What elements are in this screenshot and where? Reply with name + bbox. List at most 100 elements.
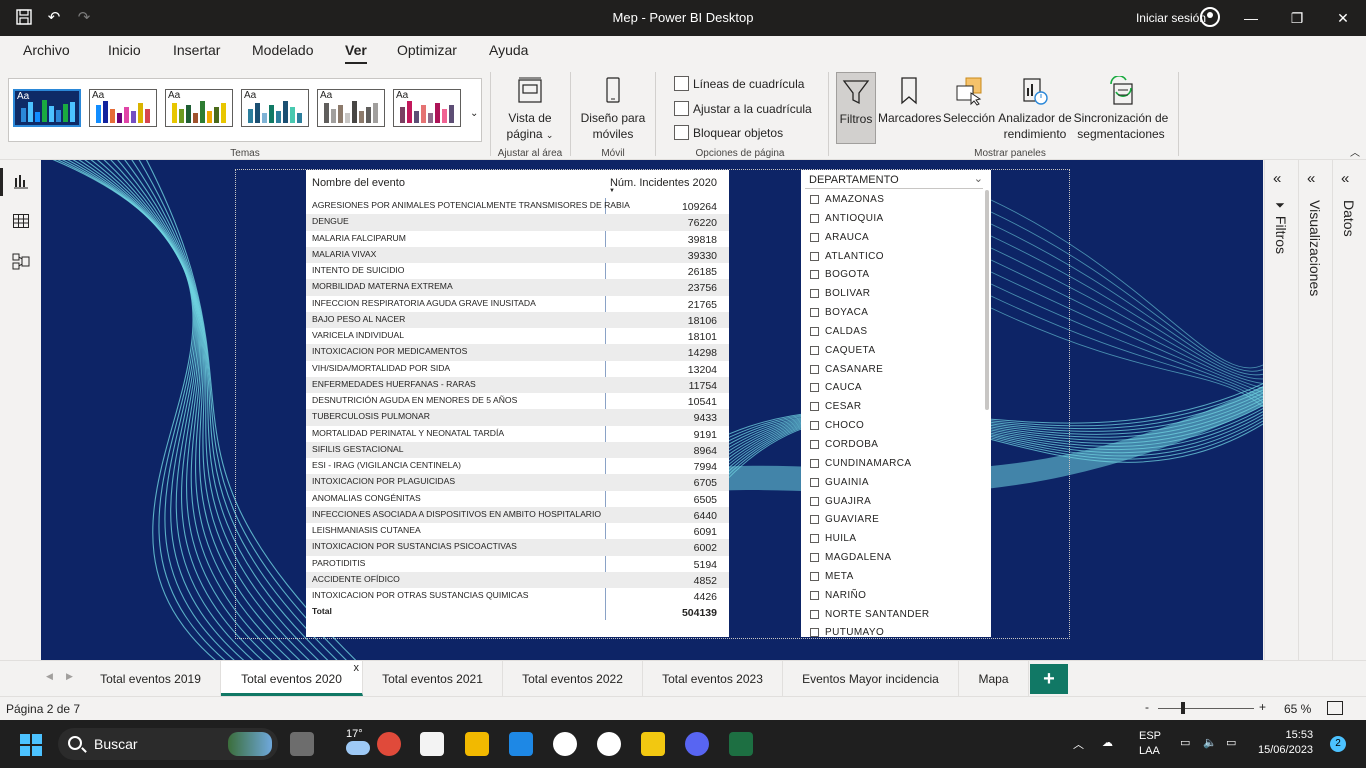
report-view-icon[interactable] — [12, 172, 30, 190]
task-view-icon[interactable] — [290, 732, 314, 756]
table-row[interactable]: LEISHMANIASIS CUTANEA 6091 — [306, 523, 729, 539]
slicer-item[interactable]: BOYACA — [809, 305, 979, 324]
expand-chevron-icon[interactable]: « — [1273, 170, 1281, 187]
slicer-item[interactable]: MAGDALENA — [809, 550, 979, 569]
power-bi-icon[interactable] — [641, 732, 665, 756]
column-header-incidents[interactable]: Núm. Incidentes 2020 — [610, 177, 717, 189]
theme-swatch-2[interactable]: Aa — [89, 89, 157, 127]
avatar-icon[interactable] — [1200, 7, 1220, 27]
slicer-item[interactable]: ATLANTICO — [809, 249, 979, 268]
slicer-item[interactable]: CASANARE — [809, 362, 979, 381]
slicer-item[interactable]: BOGOTA — [809, 267, 979, 286]
model-view-icon[interactable] — [12, 252, 30, 270]
tab-archivo[interactable]: Archivo — [23, 42, 70, 58]
slicer-item[interactable]: ANTIOQUIA — [809, 211, 979, 230]
table-row[interactable]: INTOXICACION POR SUSTANCIAS PSICOACTIVAS… — [306, 539, 729, 556]
page-tab[interactable]: Total eventos 2022 — [503, 661, 643, 696]
windows-start-icon[interactable] — [20, 734, 42, 756]
table-row[interactable]: MORBILIDAD MATERNA EXTREMA 23756 — [306, 279, 729, 296]
table-row[interactable]: VIH/SIDA/MORTALIDAD POR SIDA 13204 — [306, 361, 729, 377]
chevron-down-icon[interactable]: ⌄ — [974, 172, 983, 185]
zoom-out-button[interactable]: - — [1145, 700, 1149, 714]
theme-swatch-1[interactable]: Aa — [13, 89, 81, 127]
zoom-slider-thumb[interactable] — [1181, 702, 1186, 714]
filters-pane[interactable]: « ⏷ Filtros — [1264, 160, 1298, 660]
sync-slicers-button[interactable]: Sincronización de segmentaciones — [1072, 75, 1170, 142]
tab-ayuda[interactable]: Ayuda — [489, 42, 528, 58]
tray-chevron-icon[interactable]: ︿ — [1073, 736, 1084, 752]
scroll-right-icon[interactable]: ▶ — [66, 671, 73, 682]
table-row[interactable]: BAJO PESO AL NACER 18106 — [306, 311, 729, 328]
selection-pane-button[interactable]: Selección — [942, 76, 996, 126]
slicer-item[interactable]: BOLIVAR — [809, 286, 979, 305]
restore-button[interactable]: ❐ — [1274, 0, 1320, 36]
minimize-button[interactable]: — — [1228, 0, 1274, 36]
theme-swatch-3[interactable]: Aa — [165, 89, 233, 127]
theme-swatch-5[interactable]: Aa — [317, 89, 385, 127]
slicer-item[interactable]: CAQUETA — [809, 343, 979, 362]
table-row[interactable]: INTOXICACION POR MEDICAMENTOS 14298 — [306, 344, 729, 361]
department-slicer[interactable]: DEPARTAMENTO ⌄ AMAZONAS ANTIOQUIA ARAUCA AT… — [801, 170, 991, 638]
slicer-item[interactable]: CUNDINAMARCA — [809, 456, 979, 475]
discord-icon[interactable] — [685, 732, 709, 756]
volume-icon[interactable]: 🔈 — [1203, 736, 1217, 749]
bookmarks-pane-button[interactable]: Marcadores — [878, 76, 941, 126]
slicer-item[interactable]: CESAR — [809, 399, 979, 418]
slicer-item[interactable]: GUAINIA — [809, 475, 979, 494]
slicer-scrollbar[interactable] — [985, 190, 989, 410]
weather-widget[interactable]: 17° — [346, 728, 370, 755]
slicer-item[interactable]: CHOCO — [809, 418, 979, 437]
table-row[interactable]: SIFILIS GESTACIONAL 8964 — [306, 441, 729, 458]
close-button[interactable]: ✕ — [1320, 0, 1366, 36]
scroll-left-icon[interactable]: ◀ — [46, 671, 53, 682]
table-row[interactable]: ESI - IRAG (VIGILANCIA CENTINELA) 7994 — [306, 458, 729, 474]
sign-in-link[interactable]: Iniciar sesión — [1136, 11, 1206, 25]
clock[interactable]: 15:53 15/06/2023 — [1258, 728, 1313, 758]
performance-analyzer-button[interactable]: Analizador de rendimiento — [998, 76, 1072, 142]
chevron-down-icon[interactable]: ⌄ — [470, 108, 478, 119]
slicer-item[interactable]: GUAVIARE — [809, 512, 979, 531]
file-explorer-icon[interactable] — [465, 732, 489, 756]
page-tab[interactable]: Eventos Mayor incidencia — [783, 661, 959, 696]
store-icon[interactable] — [509, 732, 533, 756]
table-row[interactable]: PAROTIDITIS 5194 — [306, 556, 729, 572]
page-view-button[interactable]: Vista de página ⌄ — [500, 76, 560, 143]
app-link-icon[interactable] — [597, 732, 621, 756]
table-row[interactable]: VARICELA INDIVIDUAL 18101 — [306, 328, 729, 344]
table-row[interactable]: MALARIA VIVAX 39330 — [306, 246, 729, 263]
page-tab[interactable]: Mapa — [959, 661, 1029, 696]
slicer-item[interactable]: NORTE SANTANDER — [809, 607, 979, 626]
table-row[interactable]: TUBERCULOSIS PULMONAR 9433 — [306, 409, 729, 426]
expand-chevron-icon[interactable]: « — [1341, 170, 1349, 187]
table-row[interactable]: MALARIA FALCIPARUM 39818 — [306, 231, 729, 247]
add-page-button[interactable]: + — [1030, 664, 1068, 694]
slicer-item[interactable]: CAUCA — [809, 380, 979, 399]
visualizations-pane[interactable]: « Visualizaciones — [1298, 160, 1332, 660]
slicer-item[interactable]: PUTUMAYO — [809, 625, 979, 644]
table-row[interactable]: MORTALIDAD PERINATAL Y NEONATAL TARDÍA 91… — [306, 426, 729, 442]
chevron-up-icon[interactable]: ︿ — [1350, 144, 1360, 159]
slicer-item[interactable]: GUAJIRA — [809, 494, 979, 513]
page-tab[interactable]: Total eventos 2023 — [643, 661, 783, 696]
notification-badge[interactable]: 2 — [1330, 736, 1346, 752]
language-secondary[interactable]: LAA — [1139, 745, 1160, 757]
network-icon[interactable]: ☁ — [1102, 736, 1113, 749]
battery-icon[interactable]: ▭ — [1226, 736, 1236, 749]
table-row[interactable]: ANOMALIAS CONGÉNITAS 6505 — [306, 491, 729, 507]
taskbar-search[interactable]: Buscar — [58, 728, 278, 760]
table-row[interactable]: INFECCIONES ASOCIADA A DISPOSITIVOS EN A… — [306, 506, 729, 523]
mobile-layout-button[interactable]: Diseño para móviles — [578, 76, 648, 142]
table-row[interactable]: INTENTO DE SUICIDIO 26185 — [306, 263, 729, 279]
table-view-icon[interactable] — [12, 212, 30, 230]
table-row[interactable]: ACCIDENTE OFÍDICO 4852 — [306, 571, 729, 588]
table-row[interactable]: INFECCION RESPIRATORIA AGUDA GRAVE INUSI… — [306, 296, 729, 312]
data-pane[interactable]: « Datos — [1332, 160, 1366, 660]
report-canvas[interactable]: Nombre del evento Núm. Incidentes 2020 ▼… — [41, 160, 1263, 660]
language-primary[interactable]: ESP — [1139, 730, 1161, 742]
filters-pane-button[interactable]: Filtros — [836, 72, 876, 144]
slicer-item[interactable]: AMAZONAS — [809, 192, 979, 211]
tab-modelado[interactable]: Modelado — [252, 42, 314, 58]
table-row[interactable]: ENFERMEDADES HUERFANAS - RARAS 11754 — [306, 376, 729, 393]
table-row[interactable]: INTOXICACION POR OTRAS SUSTANCIAS QUIMIC… — [306, 588, 729, 604]
page-tab[interactable]: Total eventos 2021 — [363, 661, 503, 696]
